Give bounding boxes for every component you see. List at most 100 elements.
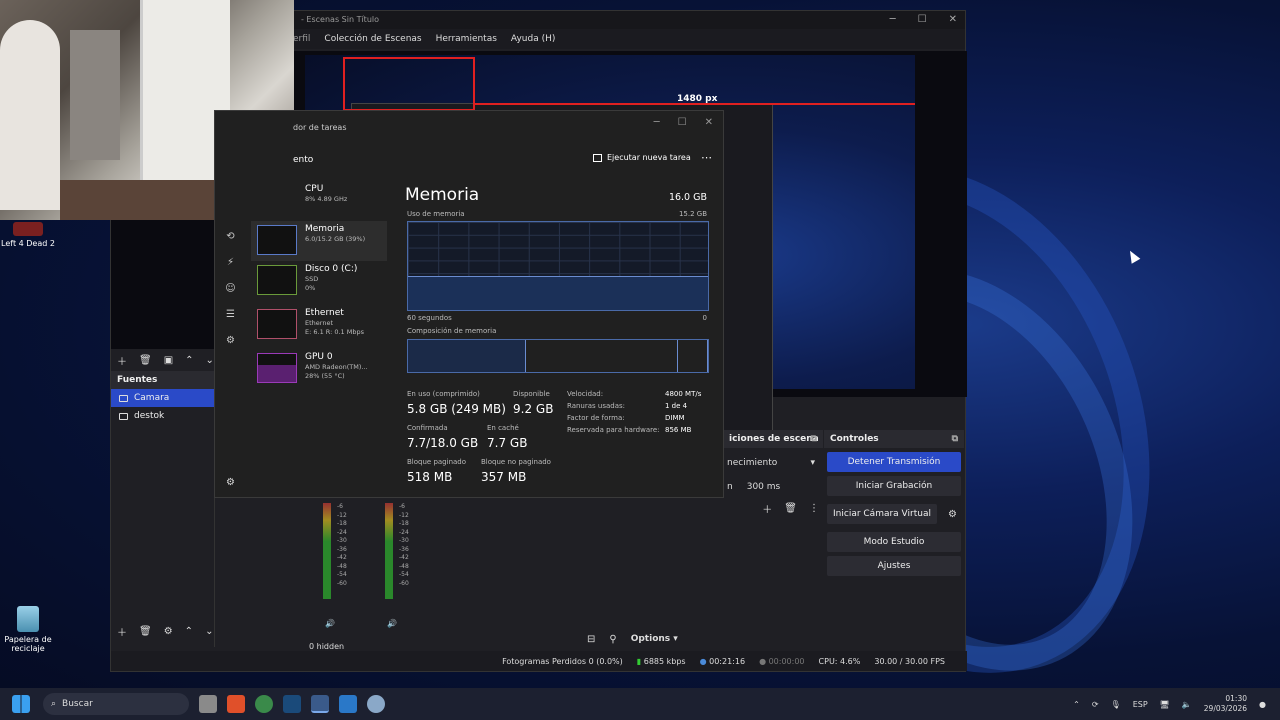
desktop-icon-label: Left 4 Dead 2 bbox=[1, 239, 55, 248]
clock[interactable]: 01:30 29/03/2026 bbox=[1204, 694, 1247, 714]
settings-icon[interactable]: ⚙ bbox=[164, 626, 173, 637]
mixer-toolbar: ⊟ ⚲ Options ▾ bbox=[581, 629, 678, 649]
perf-item-memory[interactable]: Memoria 6.0/15.2 GB (39%) bbox=[251, 221, 387, 261]
tray-chevron-icon[interactable]: ⌃ bbox=[1073, 700, 1080, 709]
minimize-icon[interactable]: ─ bbox=[890, 11, 896, 29]
close-icon[interactable]: ✕ bbox=[705, 117, 713, 128]
menu-item-help[interactable]: Ayuda (H) bbox=[511, 29, 555, 49]
gear-icon[interactable]: ⚙ bbox=[948, 509, 957, 520]
brave-icon[interactable] bbox=[227, 695, 245, 713]
add-icon[interactable]: ＋ bbox=[762, 501, 772, 516]
task-manager-window[interactable]: dor de tareas ─ ☐ ✕ ento Ejecutar nueva … bbox=[214, 110, 724, 498]
task-view-icon[interactable] bbox=[199, 695, 217, 713]
sources-toolbar: ＋ 🗑 ⚙ ⌃ ⌄ bbox=[111, 621, 213, 641]
dimension-label: 1480 px bbox=[677, 94, 718, 104]
menu-item-tools[interactable]: Herramientas bbox=[436, 29, 497, 49]
mixer-hidden-count: 0 hidden bbox=[309, 642, 345, 651]
perf-item-ethernet[interactable]: Ethernet Ethernet E: 6.1 R: 0.1 Mbps bbox=[251, 305, 387, 345]
taskbar-search[interactable]: ⌕ Buscar bbox=[43, 693, 189, 715]
camera-icon bbox=[119, 394, 128, 402]
new-task-icon bbox=[593, 153, 602, 162]
composition-label: Composición de memoria bbox=[407, 327, 497, 335]
trash-icon[interactable]: 🗑 bbox=[139, 355, 152, 366]
steam-active-icon[interactable] bbox=[311, 695, 329, 713]
memory-usage-fill bbox=[408, 275, 708, 310]
start-recording-button[interactable]: Iniciar Grabación bbox=[827, 476, 961, 496]
sources-panel: ＋ 🗑 ▣ ⌃ ⌄ Fuentes Camara destok ＋ 🗑 ⚙ ⌃ … bbox=[111, 349, 215, 647]
mouse-cursor-icon bbox=[1125, 248, 1141, 264]
settings-button[interactable]: Ajustes bbox=[827, 556, 961, 576]
settings-icon[interactable]: ⚙ bbox=[226, 477, 235, 488]
usage-max: 15.2 GB bbox=[678, 210, 707, 218]
add-source-icon[interactable]: ＋ bbox=[117, 624, 127, 639]
transitions-title: iciones de escena bbox=[729, 434, 819, 444]
controls-title: Controles bbox=[830, 434, 879, 444]
studio-mode-button[interactable]: Modo Estudio bbox=[827, 532, 961, 552]
audio-meter bbox=[323, 503, 331, 599]
float-icon[interactable]: ⧉ bbox=[811, 430, 817, 448]
selection-box[interactable] bbox=[343, 57, 475, 111]
new-task-button[interactable]: Ejecutar nueva tarea bbox=[593, 153, 691, 162]
network-icon[interactable]: 🖥 bbox=[1160, 700, 1170, 709]
filter-icon[interactable]: ▣ bbox=[164, 355, 173, 366]
details-icon[interactable]: ☰ bbox=[224, 309, 237, 320]
detail-key: Factor de forma: bbox=[567, 414, 625, 422]
source-label: Camara bbox=[134, 393, 170, 403]
settings-app-icon[interactable] bbox=[367, 695, 385, 713]
perf-item-cpu[interactable]: CPU 8% 4.89 GHz bbox=[251, 181, 387, 221]
microphone-icon[interactable]: 🎙 bbox=[1111, 700, 1121, 709]
transitions-header: iciones de escena ⧉ bbox=[723, 430, 823, 448]
sources-title: Fuentes bbox=[117, 375, 158, 385]
menu-item-scene-collection[interactable]: Colección de Escenas bbox=[324, 29, 421, 49]
chrome-icon[interactable] bbox=[255, 695, 273, 713]
down-icon[interactable]: ⌄ bbox=[206, 355, 214, 366]
maximize-icon[interactable]: ☐ bbox=[678, 117, 687, 128]
up-icon[interactable]: ⌃ bbox=[185, 626, 193, 637]
stop-streaming-button[interactable]: Detener Transmisión bbox=[827, 452, 961, 472]
layout-icon[interactable]: ⊟ bbox=[587, 634, 595, 645]
duration-input[interactable]: 300 ms bbox=[747, 478, 781, 496]
more-icon[interactable]: ⋯ bbox=[701, 151, 713, 164]
recycle-bin-icon bbox=[17, 606, 39, 632]
stat-in-use: En uso (comprimido) 5.8 GB (249 MB) bbox=[407, 390, 506, 416]
desktop-icon-l4d2[interactable]: Left 4 Dead 2 bbox=[0, 222, 56, 248]
memory-usage-graph bbox=[407, 221, 709, 311]
notification-icon[interactable]: ● bbox=[1259, 700, 1266, 709]
down-icon[interactable]: ⌄ bbox=[205, 626, 213, 637]
maximize-icon[interactable]: ☐ bbox=[918, 11, 927, 29]
speaker-icon[interactable]: 🔊 bbox=[325, 619, 335, 628]
up-icon[interactable]: ⌃ bbox=[185, 355, 193, 366]
add-icon[interactable]: ＋ bbox=[117, 353, 127, 368]
speaker-icon[interactable]: 🔊 bbox=[387, 619, 397, 628]
photos-icon[interactable] bbox=[339, 695, 357, 713]
more-icon[interactable]: ⋮ bbox=[809, 503, 819, 514]
controls-panel: Controles ⧉ Detener Transmisión Iniciar … bbox=[824, 430, 964, 650]
volume-icon[interactable]: 🔈 bbox=[1182, 700, 1192, 709]
windows-start-icon[interactable] bbox=[12, 695, 30, 713]
startup-icon[interactable]: ⚡ bbox=[224, 257, 237, 268]
close-icon[interactable]: ✕ bbox=[949, 11, 957, 29]
minimize-icon[interactable]: ─ bbox=[654, 117, 660, 128]
source-item-camara[interactable]: Camara bbox=[111, 389, 214, 407]
services-icon[interactable]: ⚙ bbox=[224, 335, 237, 346]
l4d2-icon bbox=[13, 222, 43, 236]
desktop-icon-recycle-bin[interactable]: Papelera de reciclaje bbox=[0, 606, 56, 653]
transition-toolbar: ＋ 🗑 ⋮ bbox=[723, 498, 823, 518]
menu-item-perfil[interactable]: erfil bbox=[293, 29, 310, 49]
perf-item-gpu[interactable]: GPU 0 AMD Radeon(TM)... 28% (55 °C) bbox=[251, 349, 387, 389]
remove-source-icon[interactable]: 🗑 bbox=[139, 626, 152, 637]
perf-item-disk[interactable]: Disco 0 (C:) SSD 0% bbox=[251, 261, 387, 301]
users-icon[interactable]: ☺ bbox=[224, 283, 237, 294]
float-icon[interactable]: ⧉ bbox=[952, 430, 958, 448]
start-virtual-camera-button[interactable]: Iniciar Cámara Virtual bbox=[827, 504, 937, 524]
transition-select[interactable]: necimiento ▾ bbox=[727, 454, 819, 472]
sync-icon[interactable]: ⟳ bbox=[1092, 700, 1099, 709]
trash-icon[interactable]: 🗑 bbox=[784, 503, 797, 514]
language-indicator[interactable]: ESP bbox=[1133, 700, 1148, 709]
options-button[interactable]: Options ▾ bbox=[631, 634, 678, 644]
steam-icon[interactable] bbox=[283, 695, 301, 713]
dropped-frames: Fotogramas Perdidos 0 (0.0%) bbox=[502, 656, 623, 666]
source-item-destok[interactable]: destok bbox=[111, 407, 214, 425]
history-icon[interactable]: ⟲ bbox=[224, 231, 237, 242]
link-icon[interactable]: ⚲ bbox=[609, 634, 616, 645]
